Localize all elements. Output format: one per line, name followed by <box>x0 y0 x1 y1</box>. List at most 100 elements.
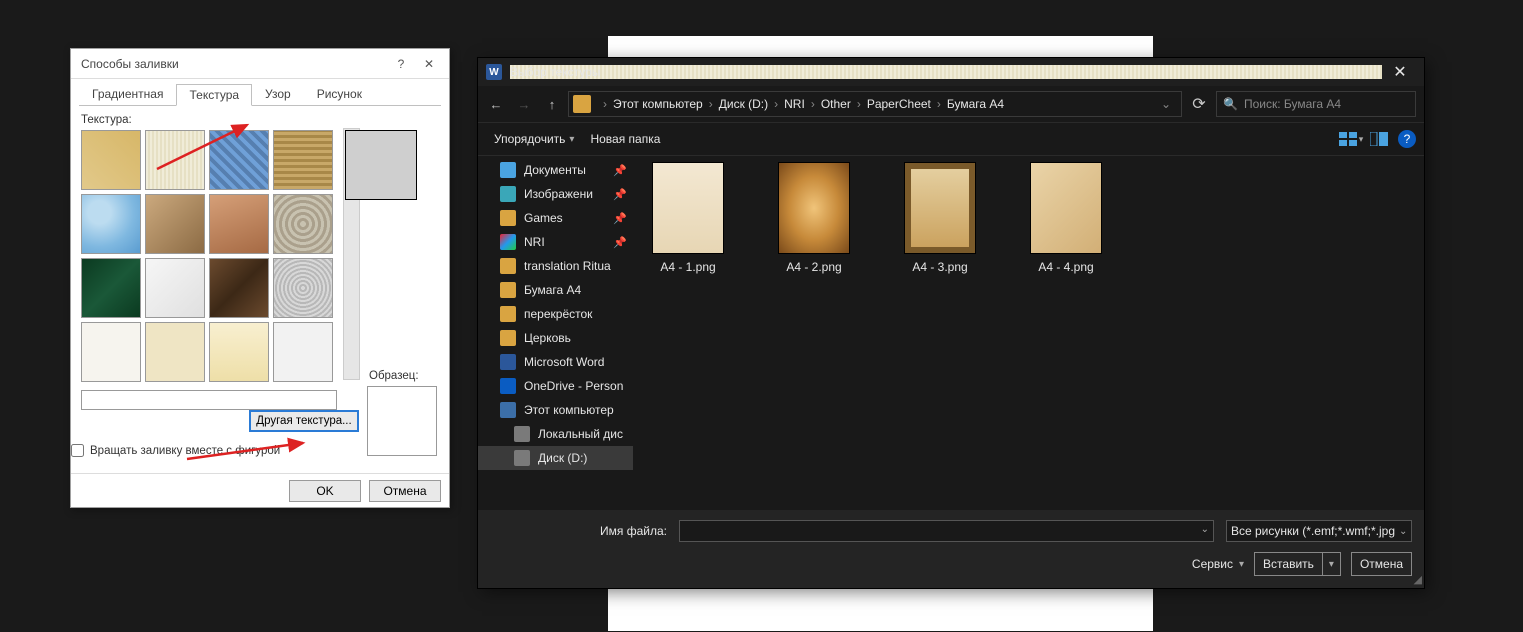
crumb-sep-icon[interactable]: › <box>597 97 613 111</box>
tab-texture[interactable]: Текстура <box>176 84 252 106</box>
crumb-sep-icon[interactable]: › <box>931 97 947 111</box>
texture-swatch[interactable] <box>273 258 333 318</box>
help-icon[interactable]: ? <box>387 57 415 71</box>
rotate-with-shape-checkbox[interactable] <box>71 444 84 457</box>
tab-pattern[interactable]: Узор <box>252 83 304 105</box>
file-name-label: A4 - 3.png <box>895 260 985 274</box>
search-input[interactable]: 🔍 Поиск: Бумага A4 <box>1216 91 1416 117</box>
ok-button[interactable]: OK <box>289 480 361 502</box>
rotate-with-shape-row[interactable]: Вращать заливку вместе с фигурой <box>71 444 280 457</box>
texture-swatch[interactable] <box>145 322 205 382</box>
sidebar-item[interactable]: Games📌 <box>478 206 633 230</box>
sidebar-item[interactable]: Изображени📌 <box>478 182 633 206</box>
sidebar-item[interactable]: Церковь <box>478 326 633 350</box>
nav-up-icon[interactable]: ↑ <box>540 92 564 116</box>
dlg1-footer: OK Отмена <box>71 473 449 507</box>
refresh-icon[interactable]: ⟳ <box>1186 91 1212 117</box>
file-item[interactable]: A4 - 1.png <box>643 162 733 274</box>
sidebar-item[interactable]: Бумага A4 <box>478 278 633 302</box>
breadcrumb[interactable]: Диск (D:) <box>719 97 768 111</box>
sidebar-item[interactable]: Microsoft Word <box>478 350 633 374</box>
scrollbar-thumb[interactable] <box>345 130 417 200</box>
crumb-sep-icon[interactable]: › <box>703 97 719 111</box>
chevron-down-icon[interactable]: ⌄ <box>1201 524 1209 535</box>
onedrive-icon <box>500 378 516 394</box>
texture-swatch[interactable] <box>209 130 269 190</box>
texture-swatch[interactable] <box>145 130 205 190</box>
other-texture-button[interactable]: Другая текстура... <box>249 410 359 432</box>
tab-picture[interactable]: Рисунок <box>304 83 375 105</box>
close-icon[interactable]: ✕ <box>1382 58 1418 86</box>
dlg2-titlebar: W Выбор текстуры ✕ <box>478 58 1424 86</box>
hdd-icon <box>514 426 530 442</box>
crumb-sep-icon[interactable]: › <box>768 97 784 111</box>
command-row: Упорядочить ▾ Новая папка ▾ ? <box>478 122 1424 156</box>
texture-swatch[interactable] <box>209 194 269 254</box>
dlg2-bottom: Имя файла: ⌄ Все рисунки (*.emf;*.wmf;*.… <box>478 510 1424 588</box>
file-thumbnail <box>904 162 976 254</box>
sample-preview <box>367 386 437 456</box>
file-thumbnail <box>1030 162 1102 254</box>
file-type-filter[interactable]: Все рисунки (*.emf;*.wmf;*.jpg ⌄ <box>1226 520 1412 542</box>
cancel-button[interactable]: Отмена <box>1351 552 1412 576</box>
preview-pane-icon[interactable] <box>1366 128 1392 150</box>
filename-input[interactable]: ⌄ <box>679 520 1214 542</box>
texture-swatch[interactable] <box>209 258 269 318</box>
texture-swatch[interactable] <box>273 194 333 254</box>
insert-label: Вставить <box>1263 557 1314 571</box>
sidebar-item-label: NRI <box>524 235 545 249</box>
texture-name-field <box>81 390 337 410</box>
cancel-button[interactable]: Отмена <box>369 480 441 502</box>
sidebar-item[interactable]: Документы📌 <box>478 158 633 182</box>
chevron-down-icon[interactable]: ▾ <box>1322 553 1340 575</box>
breadcrumb[interactable]: Бумага A4 <box>947 97 1004 111</box>
file-item[interactable]: A4 - 2.png <box>769 162 859 274</box>
sidebar-item[interactable]: NRI📌 <box>478 230 633 254</box>
organize-button[interactable]: Упорядочить ▾ <box>486 128 582 150</box>
texture-swatch[interactable] <box>273 130 333 190</box>
breadcrumb[interactable]: Этот компьютер <box>613 97 703 111</box>
chevron-down-icon[interactable]: ⌄ <box>1155 97 1177 111</box>
help-icon[interactable]: ? <box>1398 130 1416 148</box>
sidebar-item[interactable]: Локальный дис <box>478 422 633 446</box>
sidebar-item[interactable]: translation Ritua <box>478 254 633 278</box>
breadcrumb[interactable]: Other <box>821 97 851 111</box>
crumb-sep-icon[interactable]: › <box>805 97 821 111</box>
texture-scrollbar[interactable] <box>343 128 360 380</box>
texture-swatch[interactable] <box>81 194 141 254</box>
new-folder-button[interactable]: Новая папка <box>582 128 668 150</box>
nav-back-icon[interactable]: ← <box>484 92 508 116</box>
file-item[interactable]: A4 - 4.png <box>1021 162 1111 274</box>
file-item[interactable]: A4 - 3.png <box>895 162 985 274</box>
close-icon[interactable]: ✕ <box>415 57 443 71</box>
nav-forward-icon[interactable]: → <box>512 92 536 116</box>
texture-swatch[interactable] <box>145 258 205 318</box>
sidebar-item-label: Документы <box>524 163 586 177</box>
breadcrumb[interactable]: PaperCheet <box>867 97 931 111</box>
hdd-icon <box>514 450 530 466</box>
breadcrumb[interactable]: NRI <box>784 97 805 111</box>
view-mode-icon[interactable]: ▾ <box>1338 128 1364 150</box>
sidebar-item[interactable]: Диск (D:) <box>478 446 633 470</box>
crumb-sep-icon[interactable]: › <box>851 97 867 111</box>
texture-swatch[interactable] <box>81 130 141 190</box>
texture-label: Текстура: <box>81 114 439 126</box>
texture-swatch[interactable] <box>209 322 269 382</box>
file-name-label: A4 - 4.png <box>1021 260 1111 274</box>
resize-grip-icon[interactable]: ◢ <box>1414 573 1422 586</box>
sidebar-item-label: Microsoft Word <box>524 355 604 369</box>
texture-swatch[interactable] <box>81 258 141 318</box>
breadcrumb-bar[interactable]: › Этот компьютер › Диск (D:) › NRI › Oth… <box>568 91 1182 117</box>
sidebar-item[interactable]: перекрёсток <box>478 302 633 326</box>
sidebar-item-label: Церковь <box>524 331 571 345</box>
tab-gradient[interactable]: Градиентная <box>79 83 176 105</box>
texture-swatch[interactable] <box>273 322 333 382</box>
texture-swatch[interactable] <box>81 322 141 382</box>
insert-button[interactable]: Вставить ▾ <box>1254 552 1341 576</box>
pin-icon: 📌 <box>613 212 627 225</box>
sidebar-item[interactable]: Этот компьютер <box>478 398 633 422</box>
word-app-icon: W <box>486 64 502 80</box>
service-button[interactable]: Сервис ▾ <box>1192 557 1244 571</box>
sidebar-item[interactable]: OneDrive - Person <box>478 374 633 398</box>
texture-swatch[interactable] <box>145 194 205 254</box>
